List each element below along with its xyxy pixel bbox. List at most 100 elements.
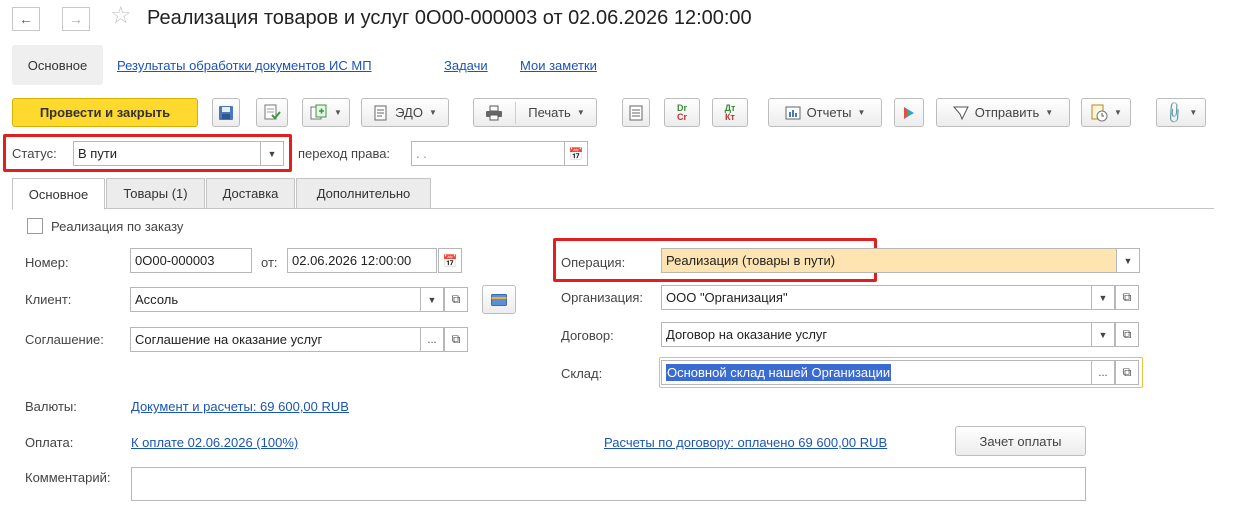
currency-link[interactable]: Документ и расчеты: 69 600,00 RUB (131, 399, 349, 414)
paperclip-icon: 📎 (1161, 100, 1187, 126)
print-label: Печать (528, 105, 571, 120)
send-button[interactable]: Отправить ▼ (936, 98, 1070, 127)
edo-button[interactable]: ЭДО ▼ (361, 98, 449, 127)
calendar-icon: 📅 (442, 253, 458, 268)
arrow-left-icon: ← (19, 11, 33, 27)
client-input[interactable]: Ассоль (130, 287, 421, 312)
attach-file-button[interactable]: 📎 ▼ (1156, 98, 1206, 127)
client-label: Клиент: (25, 292, 72, 307)
document-clock-icon (1091, 104, 1108, 121)
journal-button[interactable] (622, 98, 650, 127)
split-divider (515, 101, 517, 124)
org-label: Организация: (561, 290, 644, 305)
currency-label: Валюты: (25, 399, 77, 414)
payment-label: Оплата: (25, 435, 74, 450)
by-order-checkbox[interactable] (27, 218, 43, 234)
warehouse-choose-button[interactable]: ... (1091, 360, 1115, 385)
chevron-down-icon: ▼ (1098, 329, 1108, 340)
print-button[interactable]: Печать ▼ (473, 98, 597, 127)
date-label: от: (261, 255, 278, 270)
agreement-input[interactable]: Соглашение на оказание услуг (130, 327, 421, 352)
client-dropdown-button[interactable]: ▼ (420, 287, 444, 312)
open-form-icon: ⧉ (451, 292, 461, 306)
date-input[interactable]: 02.06.2026 12:00:00 (287, 248, 437, 273)
client-open-button[interactable]: ⧉ (444, 287, 468, 312)
dr-cr-icon: Dr Cr (676, 102, 687, 122)
contract-dropdown-button[interactable]: ▼ (1091, 322, 1115, 347)
section-main[interactable]: Основное (12, 45, 103, 85)
section-link-notes[interactable]: Мои заметки (520, 58, 597, 73)
back-button[interactable]: ← (12, 7, 40, 31)
save-button[interactable] (212, 98, 240, 127)
dr-cr-button[interactable]: Dr Cr (664, 98, 700, 127)
create-based-on-button[interactable]: ▼ (302, 98, 350, 127)
warehouse-selected-text: Основной склад нашей Организации (666, 364, 892, 381)
agreement-open-button[interactable]: ⧉ (444, 327, 468, 352)
status-select[interactable]: В пути (73, 141, 261, 166)
tab-main[interactable]: Основное (12, 178, 105, 210)
warehouse-input[interactable]: Основной склад нашей Организации (661, 360, 1092, 385)
post-document-icon (264, 104, 281, 119)
offset-payment-button[interactable]: Зачет оплаты (955, 426, 1086, 456)
payment-link[interactable]: К оплате 02.06.2026 (100%) (131, 435, 298, 450)
client-card-button[interactable] (482, 285, 516, 314)
route-icon (904, 106, 914, 119)
chevron-down-icon: ▼ (1123, 255, 1133, 266)
forward-button[interactable]: → (62, 7, 90, 31)
chevron-down-icon: ▼ (334, 108, 342, 117)
warehouse-open-button[interactable]: ⧉ (1115, 360, 1139, 385)
open-form-icon: ⧉ (1122, 365, 1132, 379)
status-label: Статус: (12, 146, 57, 161)
floppy-icon (219, 105, 233, 120)
tab-additional[interactable]: Дополнительно (296, 178, 431, 209)
chevron-down-icon: ▼ (1189, 108, 1198, 117)
printer-icon (486, 105, 503, 120)
org-input[interactable]: ООО "Организация" (661, 285, 1092, 310)
operation-label: Операция: (561, 255, 626, 270)
section-link-tasks[interactable]: Задачи (444, 58, 488, 73)
org-dropdown-button[interactable]: ▼ (1091, 285, 1115, 310)
contract-input[interactable]: Договор на оказание услуг (661, 322, 1092, 347)
chevron-down-icon: ▼ (1045, 108, 1054, 117)
chevron-down-icon: ▼ (427, 294, 437, 305)
settlement-link[interactable]: Расчеты по договору: оплачено 69 600,00 … (604, 435, 887, 450)
send-icon (952, 106, 969, 120)
page-title: Реализация товаров и услуг 0О00-000003 о… (147, 7, 752, 29)
comment-label: Комментарий: (25, 470, 111, 485)
post-and-close-button[interactable]: Провести и закрыть (12, 98, 198, 127)
edo-label: ЭДО (395, 105, 423, 120)
ellipsis-icon: ... (427, 333, 437, 346)
bpmn-button[interactable] (894, 98, 924, 127)
arrow-right-icon: → (69, 11, 83, 27)
agreement-label: Соглашение: (25, 332, 104, 347)
tab-goods[interactable]: Товары (1) (106, 178, 205, 209)
transfer-calendar-button[interactable]: 📅 (564, 141, 588, 166)
comment-input[interactable] (131, 467, 1086, 501)
operation-select[interactable]: Реализация (товары в пути) (661, 248, 1117, 273)
transfer-date-input[interactable]: . . (411, 141, 565, 166)
dt-kt-button[interactable]: Дт Кт (712, 98, 748, 127)
reports-icon (785, 106, 801, 119)
send-label: Отправить (974, 105, 1040, 120)
reports-button[interactable]: Отчеты ▼ (768, 98, 882, 127)
contract-label: Договор: (561, 328, 614, 343)
create-based-icon (310, 104, 327, 119)
tab-delivery[interactable]: Доставка (206, 178, 295, 209)
post-button[interactable] (256, 98, 288, 127)
status-dropdown-button[interactable]: ▼ (260, 141, 284, 166)
chevron-down-icon: ▼ (576, 108, 585, 117)
date-calendar-button[interactable]: 📅 (438, 248, 462, 273)
section-link-ismp[interactable]: Результаты обработки документов ИС МП (117, 58, 372, 73)
calendar-icon: 📅 (568, 146, 584, 161)
open-form-icon: ⧉ (451, 332, 461, 346)
favorite-star-icon[interactable]: ☆ (110, 4, 132, 28)
agreement-choose-button[interactable]: ... (420, 327, 444, 352)
org-open-button[interactable]: ⧉ (1115, 285, 1139, 310)
warehouse-label: Склад: (561, 366, 603, 381)
number-input[interactable]: 0О00-000003 (130, 248, 252, 273)
attachments-status-button[interactable]: ▼ (1081, 98, 1131, 127)
contract-open-button[interactable]: ⧉ (1115, 322, 1139, 347)
chevron-down-icon: ▼ (267, 148, 277, 159)
operation-dropdown-button[interactable]: ▼ (1116, 248, 1140, 273)
ellipsis-icon: ... (1098, 366, 1108, 379)
